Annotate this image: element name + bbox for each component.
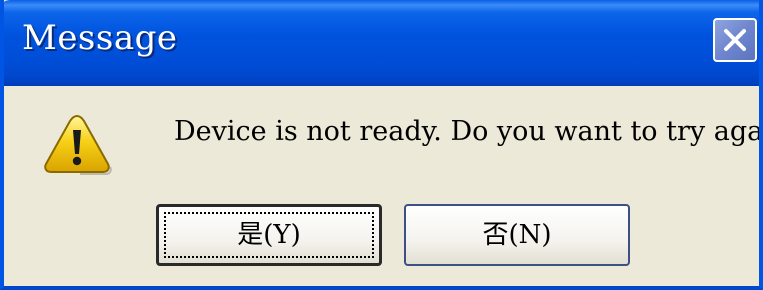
close-icon: [724, 29, 746, 51]
message-dialog: Message Device is not ready. Do you want…: [0, 0, 763, 290]
no-button-label: 否(N): [482, 220, 552, 250]
yes-button-label: 是(Y): [237, 220, 301, 250]
yes-button[interactable]: 是(Y): [156, 204, 382, 266]
dialog-title: Message: [22, 18, 178, 58]
close-button[interactable]: [713, 18, 757, 62]
no-button[interactable]: 否(N): [404, 204, 630, 266]
title-bar[interactable]: Message: [4, 0, 759, 86]
warning-icon: [44, 114, 112, 175]
dialog-message: Device is not ready. Do you want to try …: [174, 116, 763, 147]
dialog-content: Device is not ready. Do you want to try …: [4, 86, 759, 286]
